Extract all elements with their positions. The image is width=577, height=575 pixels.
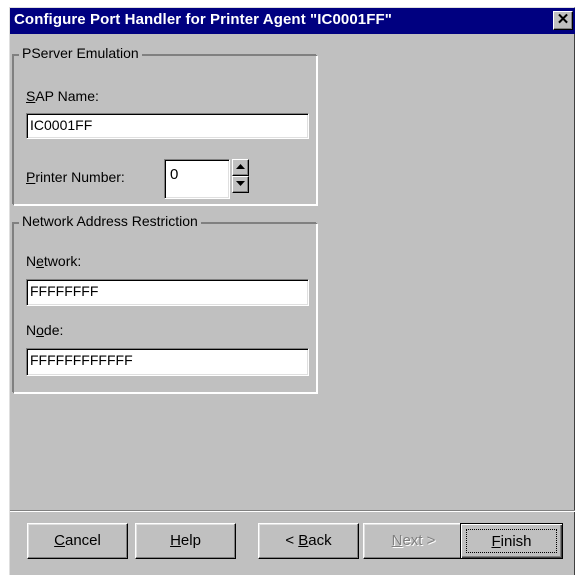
- printer-number-spin-down[interactable]: [232, 176, 249, 193]
- spin-up-arrow-icon: [236, 164, 245, 169]
- cancel-button[interactable]: Cancel: [27, 523, 128, 559]
- close-icon: ✕: [556, 11, 570, 28]
- node-label: Node:: [26, 322, 64, 338]
- button-separator-highlight: [10, 511, 575, 512]
- spin-down-arrow-icon: [236, 181, 245, 186]
- help-button[interactable]: Help: [135, 523, 236, 559]
- finish-focus-ring: Finish: [466, 529, 557, 553]
- network-input[interactable]: FFFFFFFF: [26, 279, 309, 306]
- sap-name-input[interactable]: IC0001FF: [26, 113, 309, 139]
- back-button[interactable]: < Back: [258, 523, 359, 559]
- pserver-emulation-legend: PServer Emulation: [19, 45, 142, 61]
- close-button[interactable]: ✕: [553, 11, 573, 30]
- node-input[interactable]: FFFFFFFFFFFF: [26, 348, 309, 376]
- finish-button[interactable]: Finish: [460, 523, 563, 559]
- printer-number-spin-up[interactable]: [232, 159, 249, 176]
- printer-number-input[interactable]: 0: [164, 159, 230, 199]
- configure-port-handler-dialog: Configure Port Handler for Printer Agent…: [9, 7, 575, 575]
- printer-number-label: Printer Number:: [26, 169, 125, 185]
- network-label: Network:: [26, 253, 82, 269]
- next-button[interactable]: Next >: [363, 523, 464, 559]
- network-address-restriction-legend: Network Address Restriction: [19, 213, 201, 229]
- title-bar[interactable]: Configure Port Handler for Printer Agent…: [10, 8, 575, 34]
- window-title: Configure Port Handler for Printer Agent…: [14, 11, 392, 28]
- sap-name-label: SAP Name:: [26, 88, 99, 104]
